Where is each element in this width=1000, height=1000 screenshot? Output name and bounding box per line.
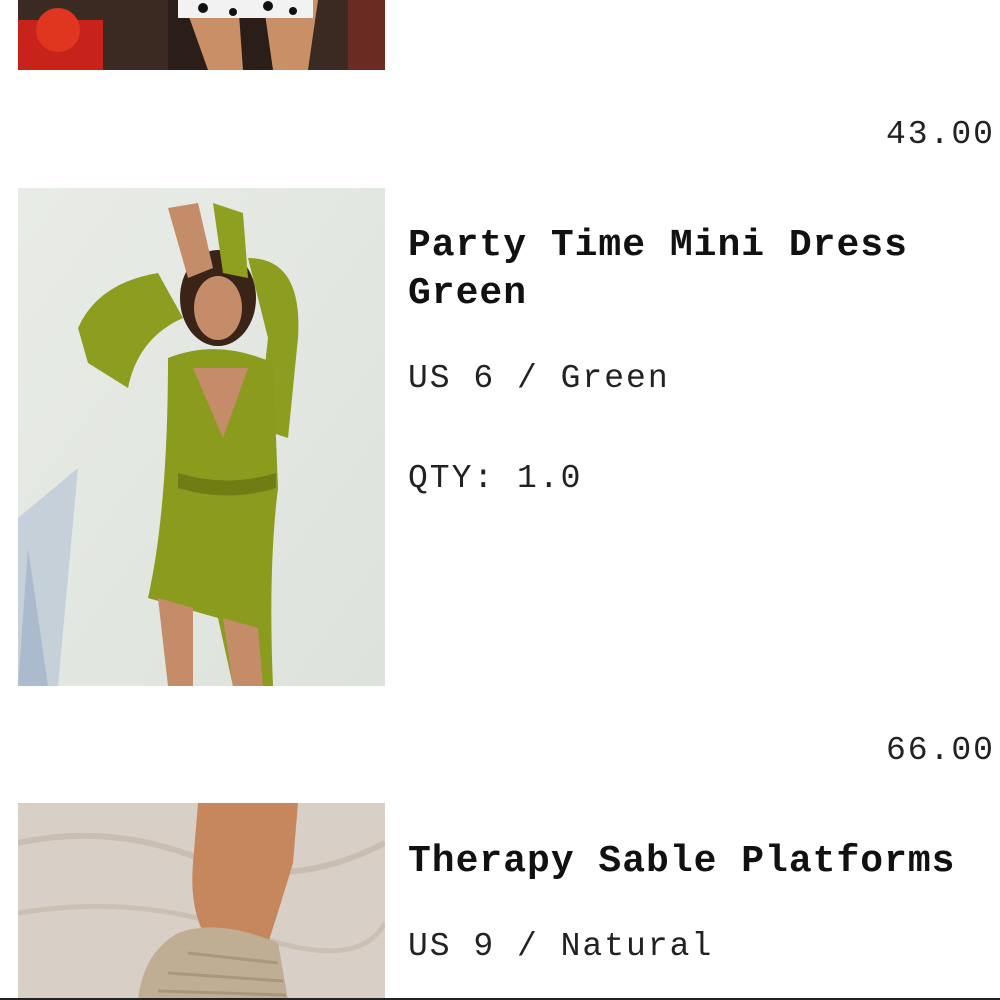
product-image[interactable] — [18, 0, 385, 70]
product-photo-icon — [18, 803, 385, 1000]
item-title[interactable]: Party Time Mini Dress Green — [408, 222, 998, 318]
item-price: 43.00 — [885, 116, 995, 153]
product-photo-icon — [18, 188, 385, 686]
cart-item-details: Therapy Sable Platforms US 9 / Natural — [408, 838, 998, 967]
item-price: 66.00 — [885, 732, 995, 769]
item-variant: US 9 / Natural — [408, 928, 714, 965]
item-title[interactable]: Therapy Sable Platforms — [408, 838, 998, 886]
item-quantity: QTY: 1.0 — [408, 460, 583, 497]
product-photo-icon — [18, 0, 385, 70]
product-image[interactable] — [18, 188, 385, 686]
cart-page: 43.00 Party Time Mini Dress Green US 6 /… — [0, 0, 1000, 1000]
cart-item-details: Party Time Mini Dress Green US 6 / Green… — [408, 222, 998, 499]
item-variant: US 6 / Green — [408, 360, 670, 397]
product-image[interactable] — [18, 803, 385, 1000]
